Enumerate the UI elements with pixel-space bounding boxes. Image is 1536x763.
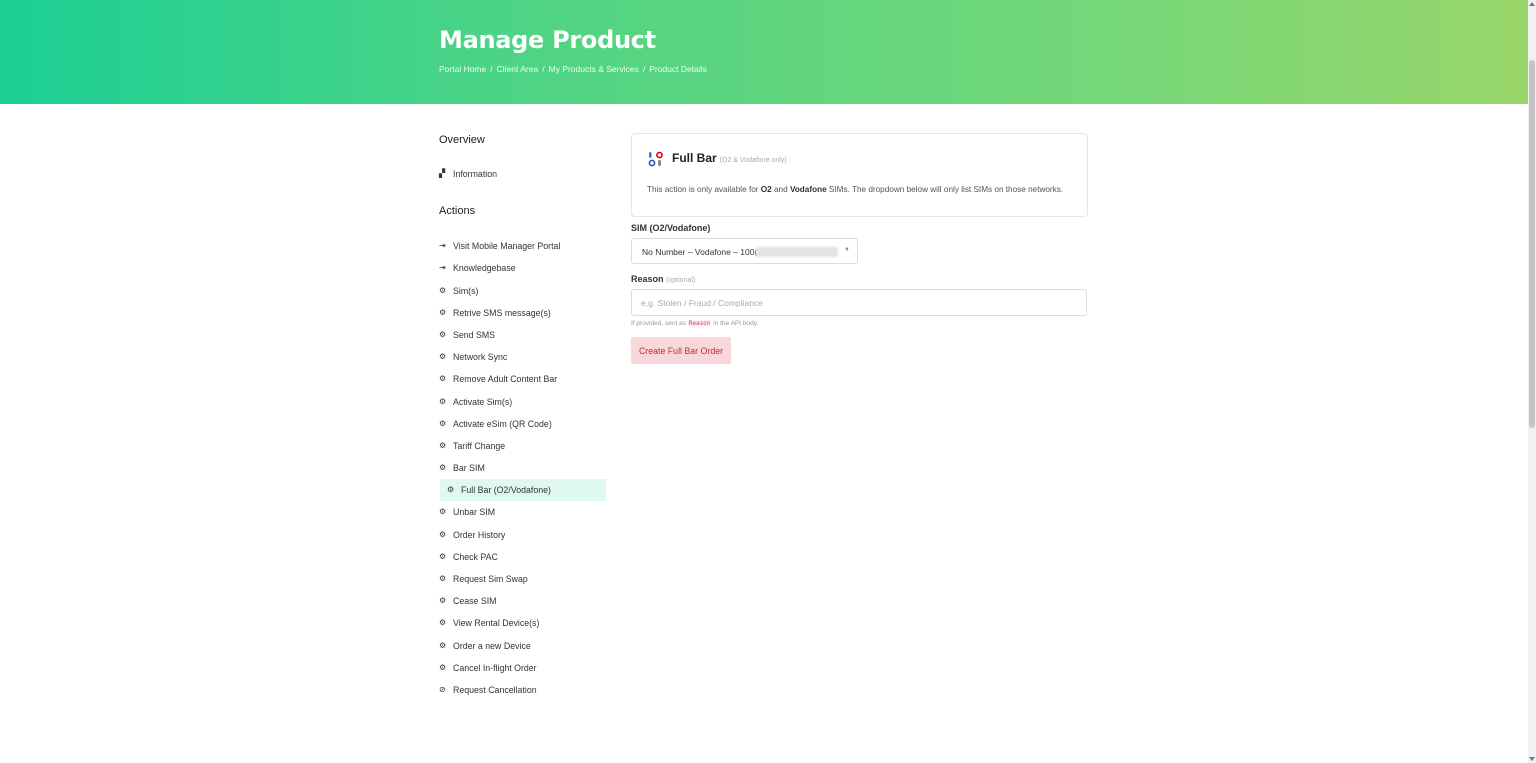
create-full-bar-order-button[interactable]: Create Full Bar Order (631, 337, 731, 364)
sidebar-item-label: Check PAC (453, 551, 498, 562)
sidebar-item-bar-sim[interactable]: ⚙ Bar SIM (439, 457, 609, 479)
reason-label: Reason (optional) (631, 274, 696, 284)
sidebar-item-label: View Rental Device(s) (453, 618, 540, 629)
sidebar-item-request-cancellation[interactable]: ⊘ Request Cancellation (439, 679, 609, 701)
cogs-icon: ⚙ (447, 485, 455, 495)
cogs-icon: ⚙ (439, 463, 447, 473)
sidebar: Overview ▞ Information Actions ⇥ Visit Mob… (439, 134, 609, 701)
cogs-icon: ⚙ (439, 596, 447, 606)
dashboard-icon: ▞ (439, 169, 446, 178)
sidebar-item-label: Activate Sim(s) (453, 396, 513, 407)
sidebar-item-label: Knowledgebase (453, 263, 516, 274)
scroll-down-icon[interactable] (1529, 757, 1535, 761)
breadcrumb-client-area[interactable]: Client Area (497, 64, 539, 74)
sidebar-item-activate-esim-qr-code[interactable]: ⚙ Activate eSim (QR Code) (439, 413, 609, 435)
sidebar-item-label: Unbar SIM (453, 507, 496, 518)
ban-icon: ⊘ (439, 684, 446, 694)
redacted-sim-number (756, 247, 838, 257)
full-bar-info-card: Full Bar (O2 & Vodafone only) This action… (631, 133, 1088, 217)
page-scrollbar[interactable] (1528, 0, 1536, 763)
sidebar-item-label: Request Cancellation (453, 684, 537, 695)
breadcrumb-portal-home[interactable]: Portal Home (439, 64, 486, 74)
cogs-icon: ⚙ (439, 418, 447, 428)
sidebar-item-order-history[interactable]: ⚙ Order History (439, 524, 609, 546)
sidebar-item-label: Order a new Device (453, 640, 531, 651)
actions-heading: Actions (439, 205, 476, 218)
sidebar-item-activate-sim-s[interactable]: ⚙ Activate Sim(s) (439, 391, 609, 413)
breadcrumb-my-products[interactable]: My Products & Services (549, 64, 639, 74)
sign-in-icon: ⇥ (439, 241, 446, 251)
reason-optional-note: (optional) (666, 277, 696, 284)
cogs-icon: ⚙ (439, 285, 447, 295)
sim-select[interactable]: No Number – Vodafone – 100( ▼ (631, 238, 858, 264)
o2-vodafone-logo-icon (648, 151, 663, 167)
sign-in-icon: ⇥ (439, 263, 446, 273)
cogs-icon: ⚙ (439, 551, 447, 561)
scroll-up-icon[interactable] (1529, 2, 1535, 6)
sidebar-item-label: Sim(s) (453, 285, 479, 296)
sidebar-item-full-bar-o2-vodafone[interactable]: ⚙ Full Bar (O2/Vodafone) (440, 479, 606, 502)
reason-help-text: If provided, sent as Reason in the API b… (631, 320, 759, 327)
sidebar-item-label: Send SMS (453, 329, 496, 340)
sim-select-value: No Number – Vodafone – 100( (642, 247, 758, 257)
breadcrumb: Portal Home / Client Area / My Products & Se… (439, 64, 707, 74)
cogs-icon: ⚙ (439, 440, 447, 450)
sidebar-item-cancel-in-flight-order[interactable]: ⚙ Cancel In-flight Order (439, 657, 609, 679)
sidebar-item-network-sync[interactable]: ⚙ Network Sync (439, 346, 609, 368)
card-title-note: (O2 & Vodafone only) (719, 157, 787, 164)
cogs-icon: ⚙ (439, 374, 447, 384)
sidebar-item-remove-adult-content-bar[interactable]: ⚙ Remove Adult Content Bar (439, 368, 609, 390)
sidebar-item-cease-sim[interactable]: ⚙ Cease SIM (439, 590, 609, 612)
cogs-icon: ⚙ (439, 640, 447, 650)
sidebar-item-label: Activate eSim (QR Code) (453, 418, 552, 429)
sidebar-item-unbar-sim[interactable]: ⚙ Unbar SIM (439, 501, 609, 523)
sidebar-item-label: Network Sync (453, 352, 508, 363)
sidebar-item-label: Bar SIM (453, 463, 485, 474)
reason-code: Reason (687, 320, 712, 327)
breadcrumb-product-details: Product Details (649, 64, 707, 74)
sidebar-item-label: Cease SIM (453, 596, 497, 607)
cogs-icon: ⚙ (439, 352, 447, 362)
sidebar-item-send-sms[interactable]: ⚙ Send SMS (439, 324, 609, 346)
sidebar-item-request-sim-swap[interactable]: ⚙ Request Sim Swap (439, 568, 609, 590)
cogs-icon: ⚙ (439, 507, 447, 517)
page-header: Manage Product Portal Home / Client Area / M… (0, 0, 1528, 104)
scrollbar-thumb[interactable] (1529, 60, 1535, 428)
card-description: This action is only available for O2 and… (647, 185, 1064, 194)
cogs-icon: ⚙ (439, 307, 447, 317)
cogs-icon: ⚙ (439, 618, 447, 628)
sidebar-item-label: Order History (453, 529, 506, 540)
sidebar-item-tariff-change[interactable]: ⚙ Tariff Change (439, 435, 609, 457)
sidebar-item-order-a-new-device[interactable]: ⚙ Order a new Device (439, 635, 609, 657)
cogs-icon: ⚙ (439, 574, 447, 583)
page-title: Manage Product (439, 26, 656, 54)
sidebar-item-label: Tariff Change (453, 440, 506, 451)
sidebar-item-label: Information (453, 169, 498, 179)
cogs-icon: ⚙ (439, 329, 447, 339)
sidebar-item-check-pac[interactable]: ⚙ Check PAC (439, 546, 609, 568)
cogs-icon: ⚙ (439, 529, 447, 539)
sim-label: SIM (O2/Vodafone) (631, 223, 711, 233)
sidebar-item-sim-s[interactable]: ⚙ Sim(s) (439, 280, 609, 302)
sidebar-item-retrive-sms-message-s[interactable]: ⚙ Retrive SMS message(s) (439, 302, 609, 324)
sidebar-item-label: Request Sim Swap (453, 574, 528, 584)
sidebar-item-knowledgebase[interactable]: ⇥ Knowledgebase (439, 257, 609, 279)
sidebar-item-label: Full Bar (O2/Vodafone) (461, 485, 551, 496)
sidebar-item-visit-mobile-manager-portal[interactable]: ⇥ Visit Mobile Manager Portal (439, 235, 609, 257)
sidebar-item-label: Cancel In-flight Order (453, 662, 537, 673)
sidebar-item-label: Retrive SMS message(s) (453, 307, 551, 318)
sidebar-item-view-rental-device-s[interactable]: ⚙ View Rental Device(s) (439, 612, 609, 634)
chevron-down-icon: ▼ (844, 247, 850, 253)
reason-input[interactable] (631, 289, 1087, 316)
sidebar-item-label: Visit Mobile Manager Portal (453, 241, 561, 252)
sidebar-item-label: Remove Adult Content Bar (453, 374, 558, 385)
card-title: Full Bar (O2 & Vodafone only) (672, 151, 787, 165)
cogs-icon: ⚙ (439, 662, 447, 672)
cogs-icon: ⚙ (439, 396, 447, 406)
overview-heading: Overview (439, 134, 485, 146)
sidebar-item-information[interactable]: ▞ Information (439, 163, 609, 185)
